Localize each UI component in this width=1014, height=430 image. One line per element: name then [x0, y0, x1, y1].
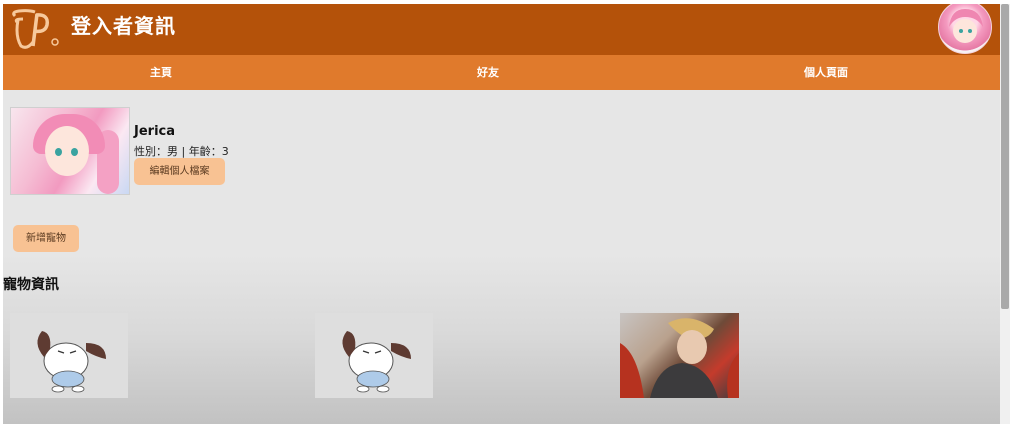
- pet-card-1[interactable]: [10, 313, 128, 398]
- pet-card-2[interactable]: [315, 313, 433, 398]
- app-frame: 登入者資訊 主頁 好友 個人頁面 Jerica 性別：男 | 年齡：3 編輯個人…: [3, 4, 1000, 424]
- main-navigation: 主頁 好友 個人頁面: [3, 55, 1000, 90]
- profile-picture: [10, 107, 130, 195]
- top-header-bar: 登入者資訊: [3, 4, 1000, 55]
- pet-card-3[interactable]: [620, 313, 739, 398]
- page-scrollbar[interactable]: [1000, 4, 1010, 424]
- nav-profile[interactable]: 個人頁面: [766, 55, 886, 90]
- user-avatar-icon[interactable]: [938, 4, 992, 54]
- add-pet-button[interactable]: 新增寵物: [13, 225, 79, 252]
- scroll-thumb[interactable]: [1001, 4, 1009, 309]
- edit-profile-button[interactable]: 編輯個人檔案: [134, 158, 225, 185]
- profile-name: Jerica: [134, 124, 175, 139]
- brand-logo-icon[interactable]: [9, 6, 67, 52]
- nav-friends[interactable]: 好友: [428, 55, 548, 90]
- nav-home[interactable]: 主頁: [101, 55, 221, 90]
- page-title: 登入者資訊: [71, 14, 176, 38]
- profile-info: 性別：男 | 年齡：3: [134, 145, 229, 158]
- pets-section-title: 寵物資訊: [3, 277, 59, 293]
